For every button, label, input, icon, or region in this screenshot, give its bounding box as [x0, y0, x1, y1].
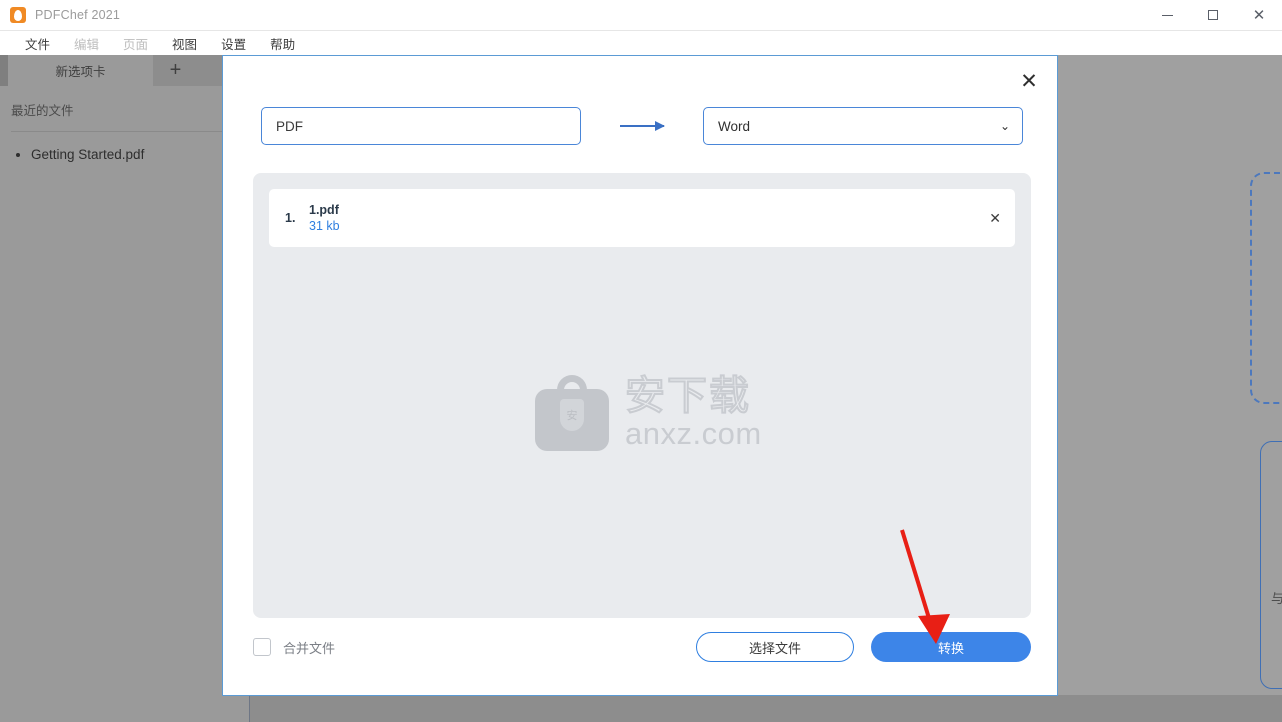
recent-file-name: Getting Started.pdf: [31, 147, 145, 162]
window-controls: ✕: [1144, 0, 1282, 31]
format-selection-row: PDF Word ⌄: [261, 107, 1023, 145]
source-format-field[interactable]: PDF: [261, 107, 581, 145]
menu-settings[interactable]: 设置: [209, 34, 258, 53]
tab-strip-spacer: [0, 55, 8, 86]
menu-help[interactable]: 帮助: [258, 34, 307, 53]
merge-files-checkbox[interactable]: [253, 638, 271, 656]
app-window: PDFChef 2021 ✕ 文件 编辑 页面 视图 设置 帮助 新选项卡 + …: [0, 0, 1282, 722]
menu-view[interactable]: 视图: [160, 34, 209, 53]
menu-page: 页面: [123, 37, 149, 52]
add-tab-button[interactable]: +: [153, 55, 198, 86]
arrow-right-shape: [620, 121, 665, 131]
sidebar: 新选项卡 + 最近的文件 Getting Started.pdf: [0, 55, 250, 695]
target-format-select[interactable]: Word ⌄: [703, 107, 1023, 145]
minimize-button[interactable]: [1144, 0, 1190, 31]
dialog-actions: 选择文件 转换: [696, 632, 1031, 662]
dialog-close-button[interactable]: ✕: [1018, 70, 1040, 92]
watermark-brand: 安下载: [624, 373, 751, 419]
target-format-value: Word: [718, 118, 751, 134]
convert-dialog: ✕ PDF Word ⌄ 1. 1.pdf 31 kb ✕ 安 安下载 anxz…: [222, 55, 1058, 696]
status-bar-left: [0, 695, 250, 722]
minimize-icon: [1161, 14, 1173, 16]
maximize-icon: [1208, 10, 1218, 20]
title-bar: PDFChef 2021 ✕: [0, 0, 1282, 31]
file-name: 1.pdf: [309, 203, 339, 217]
menu-bar: 文件 编辑 页面 视图 设置 帮助: [0, 31, 1282, 55]
close-icon: ✕: [1252, 6, 1266, 24]
file-meta: 1.pdf 31 kb: [309, 203, 340, 233]
close-window-button[interactable]: ✕: [1236, 0, 1282, 31]
chevron-down-icon: ⌄: [999, 119, 1010, 133]
remove-file-button[interactable]: ✕: [989, 210, 1001, 227]
background-convert-card[interactable]: 与 PDF 格式相互转换: [1260, 441, 1282, 689]
file-list-panel: 1. 1.pdf 31 kb ✕ 安 安下载 anxz.com: [253, 173, 1031, 618]
watermark-text: 安下载 anxz.com: [624, 373, 762, 451]
dialog-footer: 合并文件 选择文件 转换: [253, 625, 1031, 669]
merge-files-label: 合并文件: [283, 640, 336, 656]
tab-new[interactable]: 新选项卡: [8, 55, 153, 86]
arrow-right-icon: [581, 107, 703, 145]
pdfchef-logo-icon: [10, 7, 26, 23]
watermark-url: anxz.com: [625, 416, 762, 451]
menu-file[interactable]: 文件: [13, 34, 62, 53]
menu-edit: 编辑: [74, 37, 100, 52]
table-row[interactable]: 1. 1.pdf 31 kb ✕: [269, 189, 1015, 247]
background-card-text: 与 PDF 格式相互转换: [1271, 588, 1282, 607]
file-size: 31 kb: [309, 219, 340, 233]
watermark: 安 安下载 anxz.com: [535, 363, 775, 463]
shopping-bag-icon: 安: [535, 375, 609, 451]
shield-icon: 安: [560, 399, 584, 431]
window-title: PDFChef 2021: [35, 8, 121, 22]
choose-files-button[interactable]: 选择文件: [696, 632, 854, 662]
maximize-button[interactable]: [1190, 0, 1236, 31]
list-item[interactable]: Getting Started.pdf: [0, 132, 249, 162]
file-index: 1.: [285, 211, 296, 225]
convert-button[interactable]: 转换: [871, 632, 1031, 662]
tab-strip: 新选项卡 +: [0, 55, 249, 86]
status-bar: [0, 695, 1282, 722]
recent-files-title: 最近的文件: [11, 104, 74, 118]
background-dropzone[interactable]: [1250, 172, 1282, 404]
bullet-icon: [16, 152, 20, 157]
merge-files-option[interactable]: 合并文件: [253, 638, 335, 657]
